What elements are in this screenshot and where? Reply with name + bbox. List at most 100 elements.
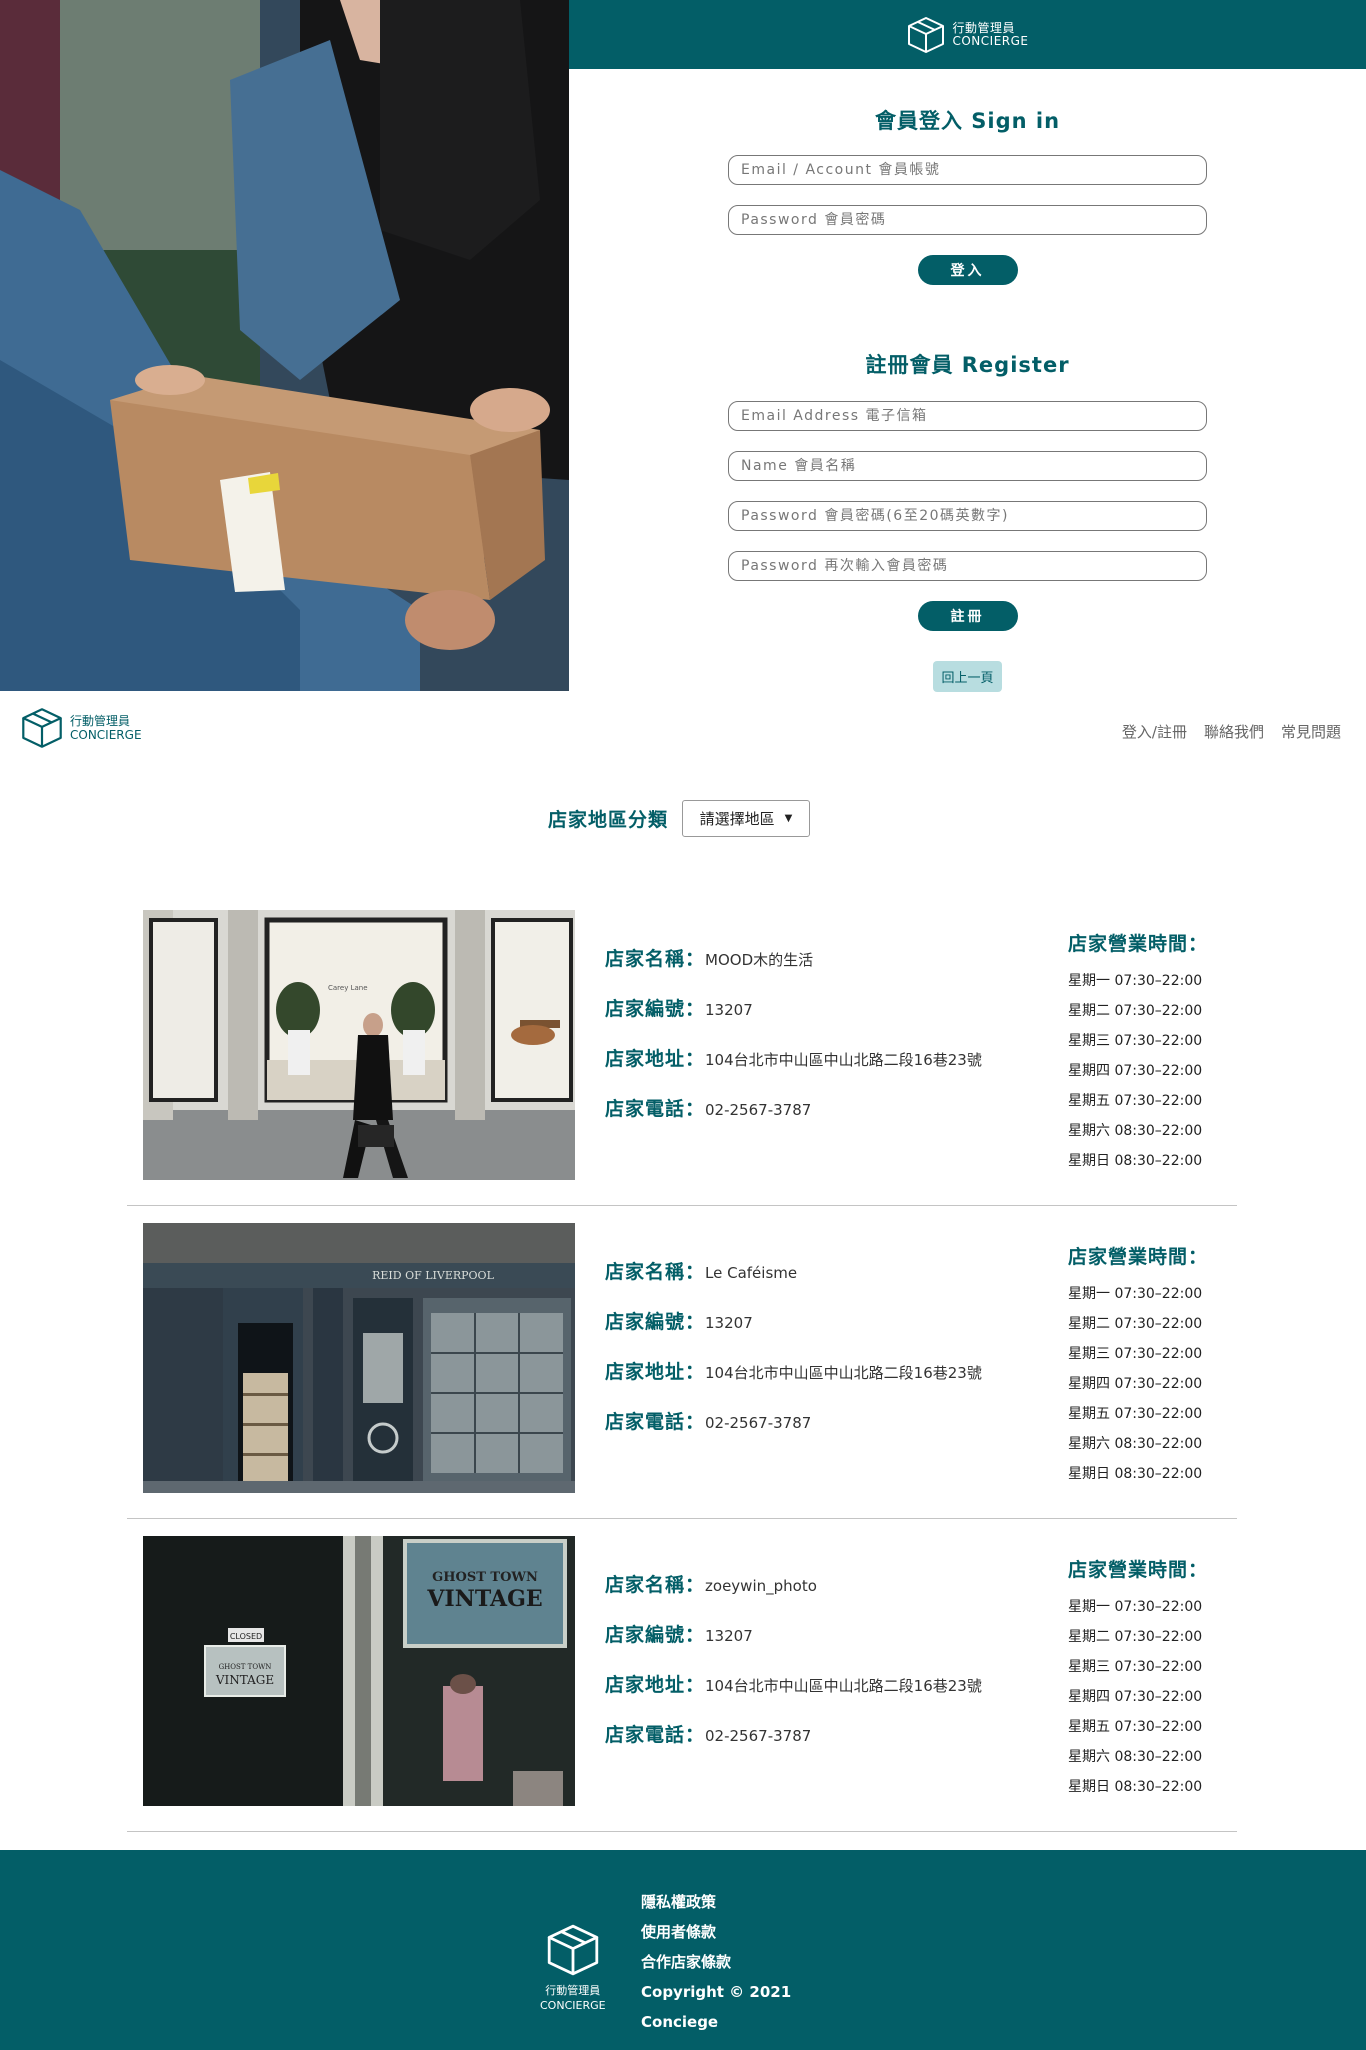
site-footer: 行動管理員 CONCIERGE 隱私權政策 使用者條款 合作店家條款 Copyr… <box>0 1850 1366 2050</box>
store-info: 店家名稱： Le Caféisme 店家編號： 13207 店家地址： 104台… <box>605 1257 982 1457</box>
hours-row: 星期二 07:30–22:00 <box>1068 1629 1203 1645</box>
footer-links: 隱私權政策 使用者條款 合作店家條款 Copyright © 2021 Conc… <box>641 1892 791 2042</box>
box-logo-icon <box>908 16 945 53</box>
vintage-sign-small1: GHOST TOWN <box>219 1663 272 1671</box>
store-card: Carey Lane 店家名稱： MOOD木的生活 店家編號： 13207 店家… <box>127 893 1237 1206</box>
hours-row: 星期五 07:30–22:00 <box>1068 1719 1203 1735</box>
hours-row: 星期六 08:30–22:00 <box>1068 1123 1203 1139</box>
store-address: 104台北市中山區中山北路二段16巷23號 <box>705 1051 982 1069</box>
store-name-row: 店家名稱： Le Caféisme <box>605 1257 982 1307</box>
header-logo[interactable]: 行動管理員 CONCIERGE <box>20 706 142 750</box>
nav-faq[interactable]: 常見問題 <box>1281 721 1341 742</box>
store-address: 104台北市中山區中山北路二段16巷23號 <box>705 1677 982 1695</box>
store-phone-label: 店家電話： <box>605 1411 706 1433</box>
nav-contact[interactable]: 聯絡我們 <box>1204 721 1264 742</box>
brand-name-zh: 行動管理員 <box>70 714 131 728</box>
hours-row: 星期五 07:30–22:00 <box>1068 1093 1203 1109</box>
region-filter: 店家地區分類 請選擇地區 ▼ <box>0 800 1366 837</box>
hours-row: 星期四 07:30–22:00 <box>1068 1689 1203 1705</box>
package-handoff-illustration <box>0 0 569 691</box>
box-logo-icon <box>22 708 62 748</box>
store-name-label: 店家名稱： <box>605 1574 706 1596</box>
store-card: GHOST TOWN VINTAGE GHOST TOWN VINTAGE CL… <box>127 1519 1237 1832</box>
brand-name-en: CONCIERGE <box>70 728 142 742</box>
store-name-label: 店家名稱： <box>605 948 706 970</box>
brand-name-zh: 行動管理員 <box>952 20 1015 35</box>
nav-login-register[interactable]: 登入/註冊 <box>1122 721 1187 742</box>
store-phone-label: 店家電話： <box>605 1724 706 1746</box>
hours-row: 星期三 07:30–22:00 <box>1068 1659 1203 1675</box>
store-name-label: 店家名稱： <box>605 1261 706 1283</box>
store-id-row: 店家編號： 13207 <box>605 1620 982 1670</box>
hours-row: 星期六 08:30–22:00 <box>1068 1749 1203 1765</box>
vintage-sign-line1: GHOST TOWN <box>432 1570 538 1585</box>
site-header: 行動管理員 CONCIERGE 登入/註冊 聯絡我們 常見問題 <box>0 691 1366 771</box>
store-info: 店家名稱： zoeywin_photo 店家編號： 13207 店家地址： 10… <box>605 1570 982 1770</box>
closed-sign: CLOSED <box>230 1632 262 1641</box>
store-phone: 02-2567-3787 <box>705 1727 812 1745</box>
brand-logo[interactable]: 行動管理員 CONCIERGE <box>906 15 1028 55</box>
store-phone: 02-2567-3787 <box>705 1101 812 1119</box>
store-id-row: 店家編號： 13207 <box>605 994 982 1044</box>
store-list: Carey Lane 店家名稱： MOOD木的生活 店家編號： 13207 店家… <box>127 893 1237 1832</box>
store-address: 104台北市中山區中山北路二段16巷23號 <box>705 1364 982 1382</box>
company-name: Conciege <box>641 2013 719 2031</box>
brand-name-zh: 行動管理員 <box>545 1984 601 1997</box>
store-hours: 店家營業時間： 星期一 07:30–22:00 星期二 07:30–22:00 … <box>1068 929 1208 1176</box>
store-phone: 02-2567-3787 <box>705 1414 812 1432</box>
partner-terms-link[interactable]: 合作店家條款 <box>641 1952 791 1982</box>
terms-of-use-link[interactable]: 使用者條款 <box>641 1922 791 1952</box>
store-address-label: 店家地址： <box>605 1674 706 1696</box>
store-name-row: 店家名稱： MOOD木的生活 <box>605 944 982 994</box>
store-photo: GHOST TOWN VINTAGE GHOST TOWN VINTAGE CL… <box>143 1536 575 1806</box>
main-nav: 登入/註冊 聯絡我們 常見問題 <box>1122 721 1341 742</box>
signin-form <box>728 155 1207 235</box>
store-address-label: 店家地址： <box>605 1048 706 1070</box>
signin-button[interactable]: 登入 <box>917 255 1018 285</box>
store-hours: 店家營業時間： 星期一 07:30–22:00 星期二 07:30–22:00 … <box>1068 1555 1208 1802</box>
register-button[interactable]: 註冊 <box>917 601 1018 631</box>
hours-row: 星期二 07:30–22:00 <box>1068 1003 1203 1019</box>
auth-panel: 行動管理員 CONCIERGE 會員登入 Sign in 登入 註冊會員 Reg… <box>569 0 1366 692</box>
store-address-row: 店家地址： 104台北市中山區中山北路二段16巷23號 <box>605 1670 982 1720</box>
region-select[interactable]: 請選擇地區 ▼ <box>682 800 810 837</box>
privacy-policy-link[interactable]: 隱私權政策 <box>641 1892 791 1922</box>
auth-section: 行動管理員 CONCIERGE 會員登入 Sign in 登入 註冊會員 Reg… <box>0 0 1366 692</box>
register-password-input[interactable] <box>728 501 1207 531</box>
store-phone-label: 店家電話： <box>605 1098 706 1120</box>
store-name: MOOD木的生活 <box>705 951 814 969</box>
account-input[interactable] <box>728 155 1207 185</box>
chevron-down-icon: ▼ <box>784 813 793 824</box>
register-email-input[interactable] <box>728 401 1207 431</box>
box-logo-icon <box>547 1924 598 1976</box>
register-password-confirm-input[interactable] <box>728 551 1207 581</box>
shop-sign-text: REID OF LIVERPOOL <box>372 1269 494 1282</box>
register-name-input[interactable] <box>728 451 1207 481</box>
store-info: 店家名稱： MOOD木的生活 店家編號： 13207 店家地址： 104台北市中… <box>605 944 982 1144</box>
password-input[interactable] <box>728 205 1207 235</box>
store-address-row: 店家地址： 104台北市中山區中山北路二段16巷23號 <box>605 1357 982 1407</box>
store-phone-row: 店家電話： 02-2567-3787 <box>605 1407 982 1457</box>
store-address-label: 店家地址： <box>605 1361 706 1383</box>
auth-header-bar: 行動管理員 CONCIERGE <box>569 0 1366 69</box>
store-name: zoeywin_photo <box>705 1577 817 1595</box>
store-photo: Carey Lane <box>143 910 575 1180</box>
store-photo: REID OF LIVERPOOL <box>143 1223 575 1493</box>
store-hours: 店家營業時間： 星期一 07:30–22:00 星期二 07:30–22:00 … <box>1068 1242 1208 1489</box>
back-button[interactable]: 回上一頁 <box>933 661 1002 692</box>
store-id-label: 店家編號： <box>605 1311 706 1333</box>
store-name: Le Caféisme <box>705 1264 798 1282</box>
footer-logo[interactable]: 行動管理員 CONCIERGE <box>540 1922 606 2012</box>
store-hours-title: 店家營業時間： <box>1068 1559 1209 1581</box>
brand-name-en: CONCIERGE <box>952 33 1029 48</box>
vintage-sign-small2: VINTAGE <box>215 1673 274 1687</box>
hours-row: 星期二 07:30–22:00 <box>1068 1316 1203 1332</box>
store-id-row: 店家編號： 13207 <box>605 1307 982 1357</box>
hours-row: 星期三 07:30–22:00 <box>1068 1346 1203 1362</box>
hours-row: 星期日 08:30–22:00 <box>1068 1779 1203 1795</box>
hours-row: 星期四 07:30–22:00 <box>1068 1376 1203 1392</box>
store-hours-title: 店家營業時間： <box>1068 1246 1209 1268</box>
hours-row: 星期六 08:30–22:00 <box>1068 1436 1203 1452</box>
signin-title: 會員登入 Sign in <box>874 109 1061 133</box>
store-id: 13207 <box>705 1314 753 1332</box>
